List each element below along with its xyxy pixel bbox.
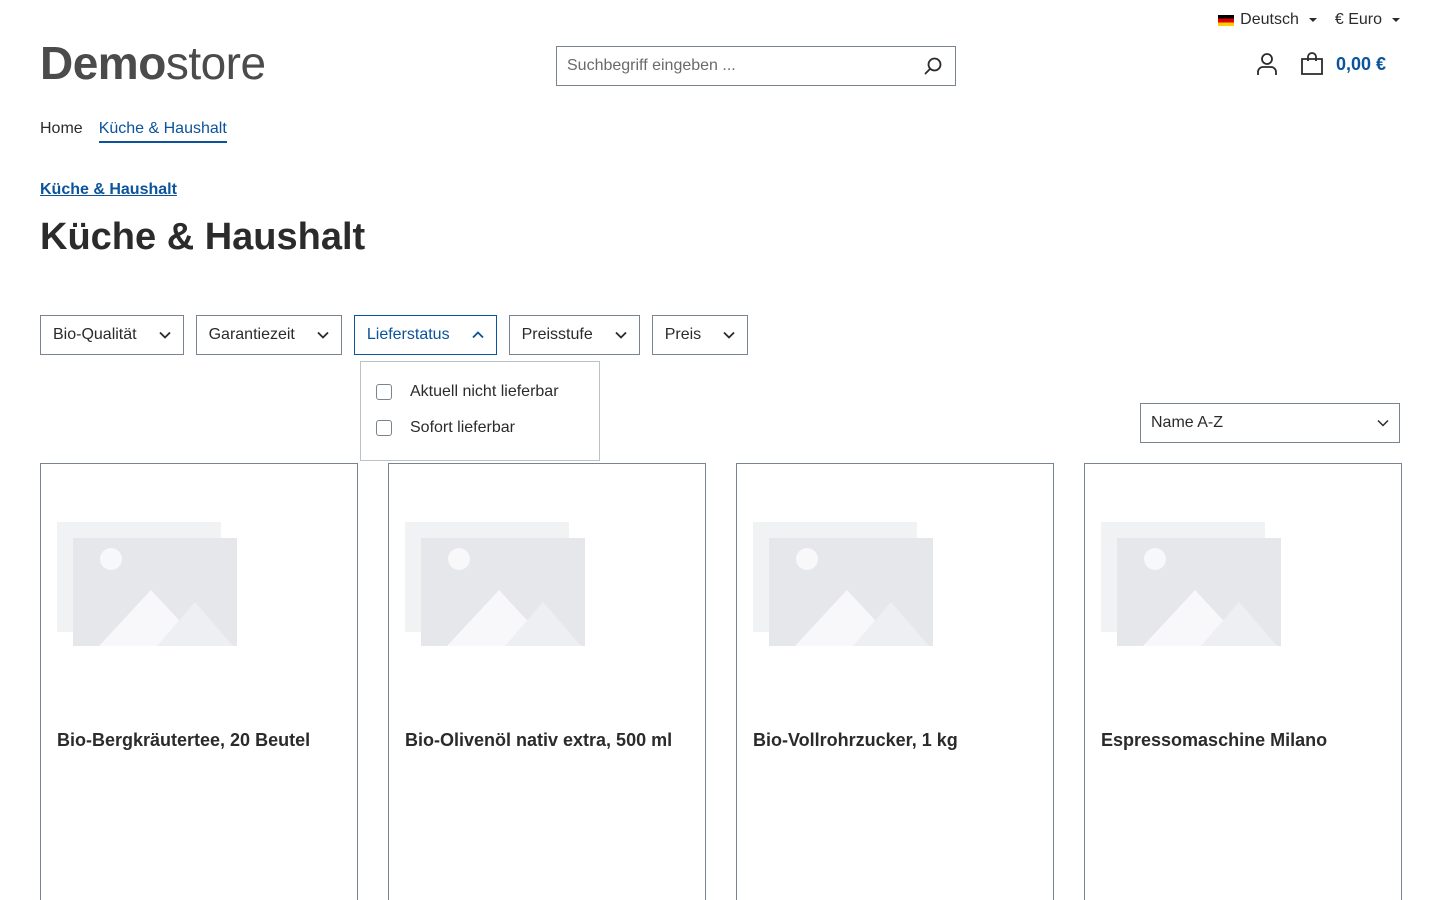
product-listing: Bio-Bergkräutertee, 20 Beutel Bio-Oliven… [40, 463, 1402, 900]
product-name[interactable]: Bio-Vollrohrzucker, 1 kg [753, 730, 958, 751]
main-navigation: Home Küche & Haushalt [40, 120, 227, 143]
filter-garantiezeit[interactable]: Garantiezeit [195, 315, 342, 355]
logo-light: store [165, 37, 266, 89]
language-selector[interactable]: Deutsch [1218, 11, 1317, 29]
cart-button[interactable]: 0,00 € [1300, 52, 1386, 76]
checkbox[interactable] [376, 420, 392, 436]
placeholder-image-icon[interactable] [753, 522, 933, 646]
logo[interactable]: Demostore [40, 38, 266, 88]
header-actions: 0,00 € [1256, 52, 1386, 76]
cart-total: 0,00 € [1335, 53, 1386, 74]
caret-down-icon [1392, 18, 1400, 22]
product-name[interactable]: Espressomaschine Milano [1101, 730, 1327, 751]
top-bar: Deutsch € Euro [1218, 8, 1400, 32]
product-name[interactable]: Bio-Olivenöl nativ extra, 500 ml [405, 730, 672, 751]
chevron-down-icon [723, 331, 735, 339]
filter-label: Garantiezeit [208, 326, 295, 343]
shopping-bag-icon [1301, 52, 1323, 75]
breadcrumb-category-link[interactable]: Küche & Haushalt [40, 181, 177, 199]
search-icon [924, 57, 942, 75]
product-card[interactable]: Espressomaschine Milano [1084, 463, 1402, 900]
filter-label: Preis [664, 326, 702, 343]
option-label: Sofort lieferbar [410, 419, 515, 436]
product-name[interactable]: Bio-Bergkräutertee, 20 Beutel [57, 730, 310, 751]
product-card[interactable]: Bio-Olivenöl nativ extra, 500 ml [388, 463, 706, 900]
currency-label: € Euro [1334, 11, 1382, 28]
sort-select[interactable]: Name A-Z [1140, 403, 1400, 443]
search-input[interactable] [557, 47, 911, 85]
lieferstatus-dropdown: Aktuell nicht lieferbar Sofort lieferbar [360, 361, 600, 461]
filter-preis[interactable]: Preis [651, 315, 749, 355]
chevron-down-icon [158, 331, 171, 339]
filter-option-aktuell-nicht-lieferbar[interactable]: Aktuell nicht lieferbar [376, 374, 599, 410]
placeholder-image-icon[interactable] [405, 522, 585, 646]
option-label: Aktuell nicht lieferbar [410, 383, 559, 400]
filter-lieferstatus[interactable]: Lieferstatus [353, 315, 497, 355]
filter-label: Lieferstatus [366, 326, 450, 343]
language-label: Deutsch [1240, 11, 1299, 28]
placeholder-image-icon[interactable] [1101, 522, 1281, 646]
filter-option-sofort-lieferbar[interactable]: Sofort lieferbar [376, 410, 599, 446]
caret-down-icon [1308, 18, 1317, 22]
filter-preisstufe[interactable]: Preisstufe [508, 315, 640, 355]
german-flag-icon [1218, 14, 1235, 26]
search-button[interactable] [911, 47, 955, 85]
chevron-down-icon [1377, 419, 1389, 427]
chevron-up-icon [471, 331, 484, 339]
currency-selector[interactable]: € Euro [1335, 11, 1400, 29]
user-icon [1257, 53, 1277, 75]
filter-label: Preisstufe [521, 326, 593, 343]
filter-bio-qualitaet[interactable]: Bio-Qualität [40, 315, 184, 355]
logo-bold: Demo [40, 37, 166, 89]
filter-bar: Bio-Qualität Garantiezeit Lieferstatus P… [40, 315, 749, 355]
chevron-down-icon [615, 331, 627, 339]
search-box [556, 46, 956, 86]
product-card[interactable]: Bio-Vollrohrzucker, 1 kg [736, 463, 1054, 900]
product-card[interactable]: Bio-Bergkräutertee, 20 Beutel [40, 463, 358, 900]
checkbox[interactable] [376, 384, 392, 400]
placeholder-image-icon[interactable] [57, 522, 237, 646]
page-title: Küche & Haushalt [40, 216, 366, 258]
sort-selected-value: Name A-Z [1151, 414, 1224, 431]
nav-item-home[interactable]: Home [40, 120, 83, 143]
account-button[interactable] [1256, 52, 1278, 76]
chevron-down-icon [317, 331, 329, 339]
nav-item-kueche-haushalt[interactable]: Küche & Haushalt [98, 120, 227, 143]
page: Deutsch € Euro Demostore Suchbegriff ein… [0, 0, 1440, 900]
filter-label: Bio-Qualität [53, 326, 137, 343]
